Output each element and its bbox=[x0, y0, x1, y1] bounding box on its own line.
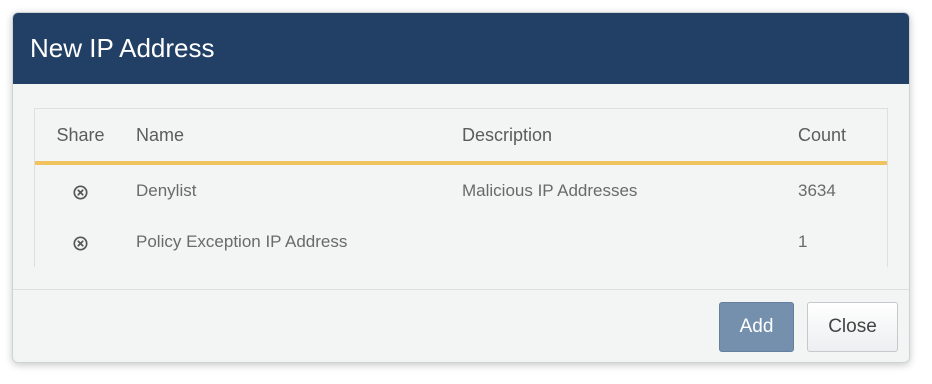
dialog-header: New IP Address bbox=[13, 13, 909, 84]
table-row[interactable]: Denylist Malicious IP Addresses 3634 bbox=[35, 165, 887, 216]
close-button[interactable]: Close bbox=[807, 302, 898, 352]
table-row[interactable]: Policy Exception IP Address 1 bbox=[35, 216, 887, 267]
circle-x-icon[interactable] bbox=[73, 185, 88, 200]
dialog-footer: Add Close bbox=[13, 289, 909, 362]
row-description: Malicious IP Addresses bbox=[462, 180, 638, 200]
column-header-name: Name bbox=[136, 124, 185, 145]
table-header: Share Name Description Count bbox=[35, 109, 887, 165]
circle-x-icon[interactable] bbox=[73, 236, 88, 251]
column-header-count: Count bbox=[798, 124, 847, 145]
row-count: 1 bbox=[798, 231, 808, 251]
column-header-description: Description bbox=[462, 124, 553, 145]
share-cell bbox=[35, 232, 126, 251]
new-ip-address-dialog: New IP Address Share Name Description Co… bbox=[12, 12, 910, 363]
row-count: 3634 bbox=[798, 180, 836, 200]
row-name: Denylist bbox=[136, 180, 197, 200]
dialog-title: New IP Address bbox=[30, 33, 215, 63]
dialog-body: Share Name Description Count Denylist Ma… bbox=[13, 84, 909, 289]
column-header-share: Share bbox=[56, 124, 105, 145]
row-name: Policy Exception IP Address bbox=[136, 231, 348, 251]
ip-list-table: Share Name Description Count Denylist Ma… bbox=[34, 108, 888, 267]
add-button[interactable]: Add bbox=[719, 302, 794, 352]
share-cell bbox=[35, 181, 126, 200]
